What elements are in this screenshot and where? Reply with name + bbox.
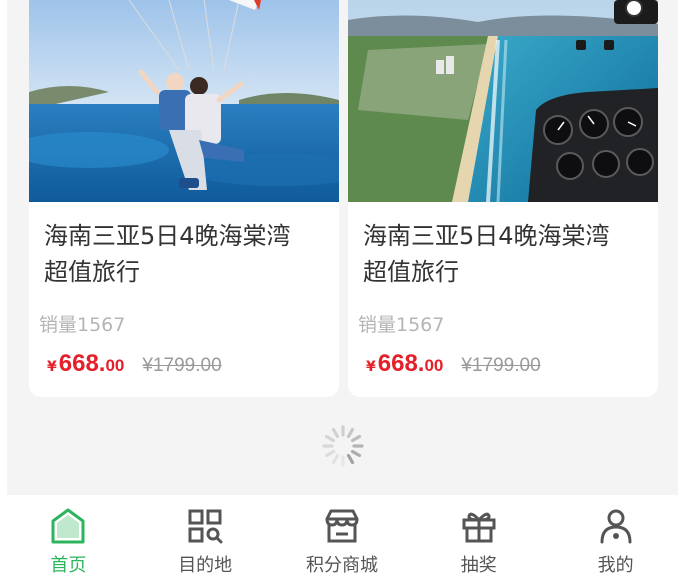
product-title[interactable]: 海南三亚5日4晚海棠湾 超值旅行 xyxy=(363,218,653,290)
price-decimal: 00 xyxy=(105,356,125,375)
price-integer: 668. xyxy=(377,350,425,377)
tab-destination-label: 目的地 xyxy=(178,555,233,576)
spinner-icon xyxy=(321,424,365,468)
product-title-line1: 海南三亚5日4晚海棠湾 xyxy=(44,222,291,250)
price-integer: 668. xyxy=(58,350,106,377)
home-icon xyxy=(51,508,85,544)
product-image-helicopter[interactable] xyxy=(348,0,658,202)
sales-count: 销量1567 xyxy=(358,314,445,336)
tab-points-mall-label: 积分商城 xyxy=(305,555,378,576)
gift-icon xyxy=(462,512,496,543)
product-title-line2: 超值旅行 xyxy=(44,258,140,286)
qr-grid-icon xyxy=(188,509,223,544)
product-image-paragliding[interactable] xyxy=(29,0,339,202)
sales-count: 销量1567 xyxy=(39,314,126,336)
tab-lottery[interactable]: 抽奖 xyxy=(410,495,547,584)
price-decimal: 00 xyxy=(424,356,444,375)
original-price: ¥1799.00 xyxy=(461,355,541,376)
product-title[interactable]: 海南三亚5日4晚海棠湾 超值旅行 xyxy=(44,218,334,290)
tab-points-mall[interactable]: 积分商城 xyxy=(274,495,411,584)
tab-home-label: 首页 xyxy=(50,555,87,576)
product-card[interactable]: 海南三亚5日4晚海棠湾 超值旅行 销量1567 ¥ 668. 00 ¥1799.… xyxy=(348,0,658,397)
price-row: ¥ 668. 00 ¥1799.00 xyxy=(47,350,222,384)
tab-profile[interactable]: 我的 xyxy=(547,495,684,584)
tab-home[interactable]: 首页 xyxy=(0,495,137,584)
tab-lottery-label: 抽奖 xyxy=(460,555,497,576)
product-card[interactable]: 海南三亚5日4晚海棠湾 超值旅行 销量1567 ¥ 668. 00 ¥1799.… xyxy=(29,0,339,397)
bottom-tab-bar: 首页 目的地 积分商城 抽奖 我的 xyxy=(0,495,684,584)
tab-profile-label: 我的 xyxy=(597,555,634,576)
original-price: ¥1799.00 xyxy=(142,355,222,376)
product-title-line1: 海南三亚5日4晚海棠湾 xyxy=(363,222,610,250)
price-row: ¥ 668. 00 ¥1799.00 xyxy=(366,350,541,384)
product-title-line2: 超值旅行 xyxy=(363,258,459,286)
store-icon xyxy=(325,509,359,543)
product-feed: 海南三亚5日4晚海棠湾 超值旅行 销量1567 ¥ 668. 00 ¥1799.… xyxy=(7,0,678,495)
currency-symbol: ¥ xyxy=(47,359,57,375)
tab-destination[interactable]: 目的地 xyxy=(137,495,274,584)
profile-icon xyxy=(600,509,632,544)
currency-symbol: ¥ xyxy=(366,359,376,375)
